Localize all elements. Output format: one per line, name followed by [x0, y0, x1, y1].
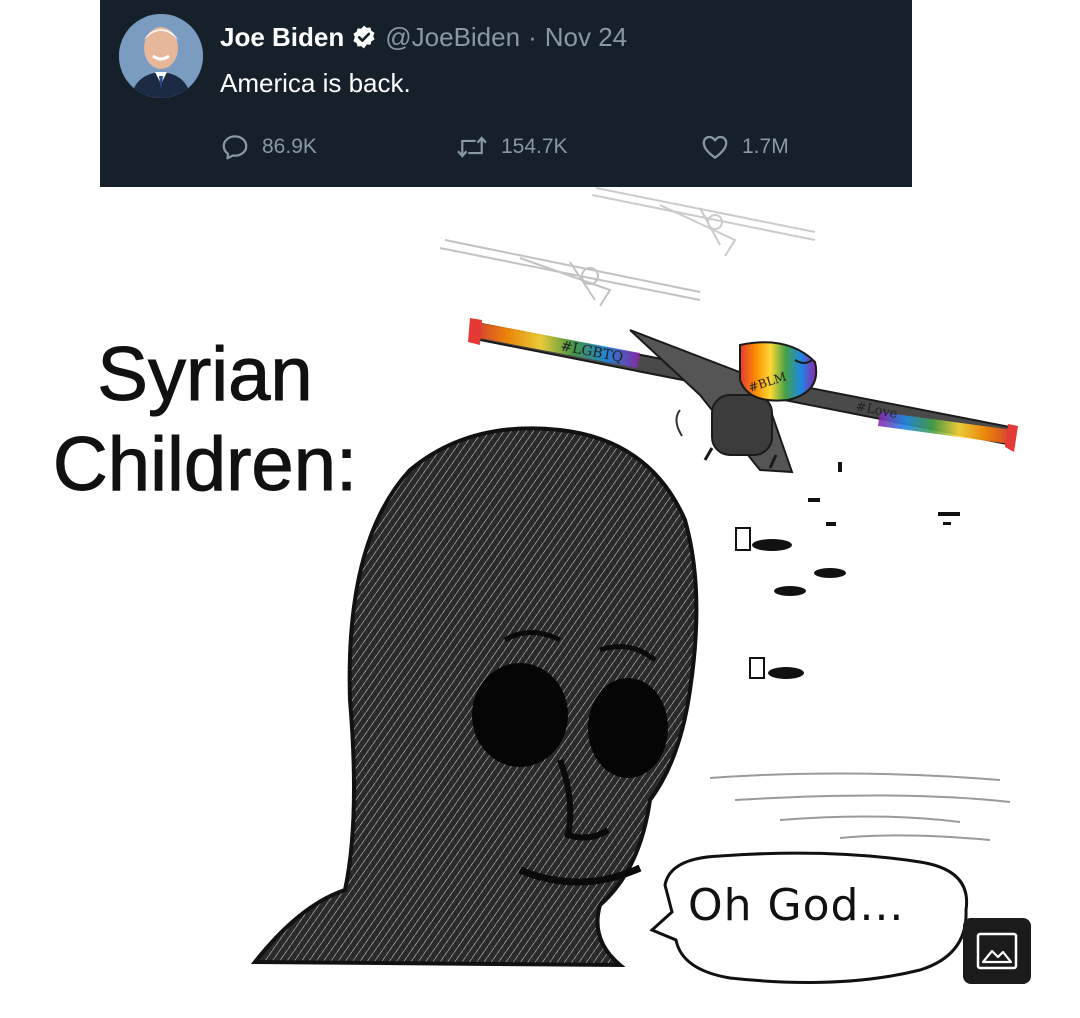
bomb: [749, 657, 804, 679]
bomb-streak: [838, 462, 842, 472]
bomb: [735, 527, 792, 551]
bomb-streak: [943, 522, 951, 525]
bomb-streak: [826, 522, 836, 526]
right-eye-socket: [588, 678, 668, 778]
bomb-streak: [938, 512, 960, 516]
caption-line-1: Syrian: [97, 332, 313, 418]
speech-text: Oh God...: [688, 880, 905, 931]
bomb: [774, 586, 806, 596]
falling-bombs: [735, 462, 960, 679]
bomb: [814, 568, 846, 578]
background-drone: [591, 187, 816, 257]
left-eye-socket: [472, 663, 568, 767]
image-icon: [976, 932, 1018, 970]
image-badge-button[interactable]: [963, 918, 1031, 984]
sea-lines: [709, 772, 1011, 841]
background-drone: [439, 239, 701, 307]
caption-line-2: Children:: [52, 422, 358, 508]
bomb-streak: [808, 498, 820, 502]
meme-image: Joe Biden @JoeBiden · Nov 24 America is …: [0, 0, 1080, 1018]
meme-caption: Syrian Children:: [40, 330, 370, 510]
